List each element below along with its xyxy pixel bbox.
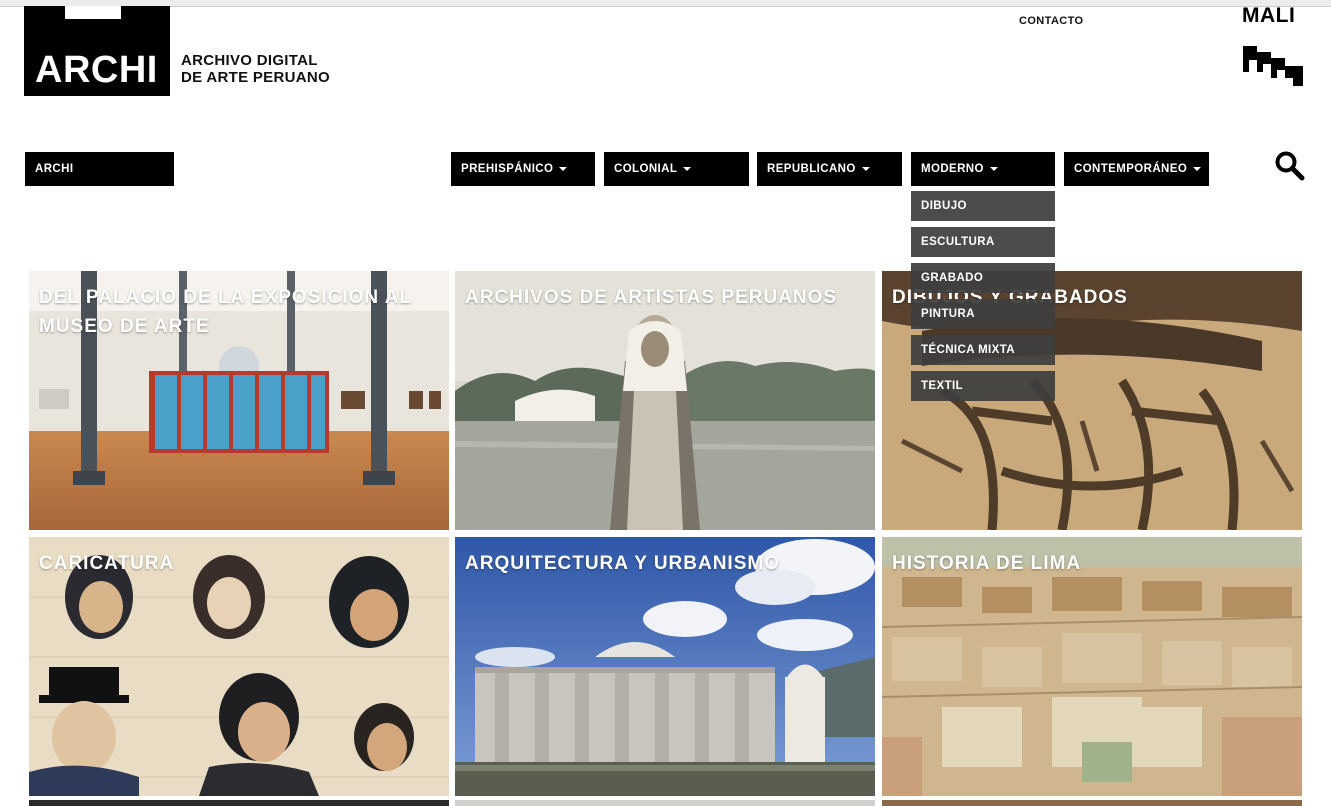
- tile-title: ARCHIVOS DE ARTISTAS PERUANOS: [465, 287, 838, 308]
- nav-colonial[interactable]: COLONIAL: [604, 152, 749, 186]
- dropdown-item-textil[interactable]: TEXTIL: [911, 371, 1055, 401]
- dropdown-item-pintura[interactable]: PINTURA: [911, 299, 1055, 329]
- contact-link[interactable]: CONTACTO: [1019, 15, 1084, 27]
- caret-down-icon: [861, 167, 870, 171]
- tile-historia-lima[interactable]: HISTORIA DE LIMA: [882, 537, 1302, 796]
- logo-subtitle-line1: ARCHIVO DIGITAL: [181, 52, 318, 69]
- nav-archi-home[interactable]: ARCHI: [25, 152, 174, 186]
- dropdown-item-tecnica-mixta[interactable]: TÉCNICA MIXTA: [911, 335, 1055, 365]
- dropdown-item-grabado[interactable]: GRABADO: [911, 263, 1055, 293]
- tile-title: HISTORIA DE LIMA: [892, 553, 1082, 574]
- nav-label: REPUBLICANO: [767, 163, 856, 175]
- tile-title: ARQUITECTURA Y URBANISMO: [465, 553, 780, 574]
- tile-title: DEL PALACIO DE LA EXPOSICION AL MUSEO DE…: [39, 287, 412, 337]
- nav-moderno[interactable]: MODERNO: [911, 152, 1055, 186]
- browser-top-edge: [0, 0, 1331, 7]
- logo-subtitle[interactable]: ARCHIVO DIGITAL DE ARTE PERUANO: [181, 52, 330, 86]
- nav-label: CONTEMPORÁNEO: [1074, 163, 1188, 175]
- dropdown-item-escultura[interactable]: ESCULTURA: [911, 227, 1055, 257]
- moderno-dropdown-menu: DIBUJO ESCULTURA GRABADO PINTURA TÉCNICA…: [911, 191, 1055, 407]
- caret-down-icon: [559, 167, 568, 171]
- tile-partial-next-row[interactable]: [455, 800, 875, 806]
- mali-logo-mark: [1243, 46, 1303, 86]
- mali-logo-text[interactable]: MALI: [1242, 4, 1295, 28]
- nav-contemporaneo[interactable]: CONTEMPORÁNEO: [1064, 152, 1209, 186]
- logo-notch: [65, 6, 121, 19]
- tile-arquitectura-urbanismo[interactable]: ARQUITECTURA Y URBANISMO: [455, 537, 875, 796]
- nav-label: COLONIAL: [614, 163, 678, 175]
- tile-title: CARICATURA: [39, 553, 175, 574]
- tile-partial-next-row[interactable]: [882, 800, 1302, 806]
- caret-down-icon: [989, 167, 998, 171]
- tile-archivos-artistas[interactable]: ARCHIVOS DE ARTISTAS PERUANOS: [455, 271, 875, 530]
- nav-label: PREHISPÁNICO: [461, 163, 554, 175]
- tile-partial-next-row[interactable]: [29, 800, 449, 806]
- dropdown-item-dibujo[interactable]: DIBUJO: [911, 191, 1055, 221]
- archi-logo[interactable]: ARCHI: [24, 6, 170, 96]
- caret-down-icon: [1193, 167, 1202, 171]
- nav-republicano[interactable]: REPUBLICANO: [757, 152, 902, 186]
- logo-subtitle-line2: DE ARTE PERUANO: [181, 69, 330, 86]
- nav-label: MODERNO: [921, 163, 984, 175]
- caret-down-icon: [683, 167, 692, 171]
- nav-prehispanico[interactable]: PREHISPÁNICO: [451, 152, 595, 186]
- tile-caricatura[interactable]: CARICATURA: [29, 537, 449, 796]
- logo-text: ARCHI: [35, 49, 158, 91]
- search-icon[interactable]: [1274, 150, 1306, 182]
- tile-palacio-exposicion[interactable]: DEL PALACIO DE LA EXPOSICION AL MUSEO DE…: [29, 271, 449, 530]
